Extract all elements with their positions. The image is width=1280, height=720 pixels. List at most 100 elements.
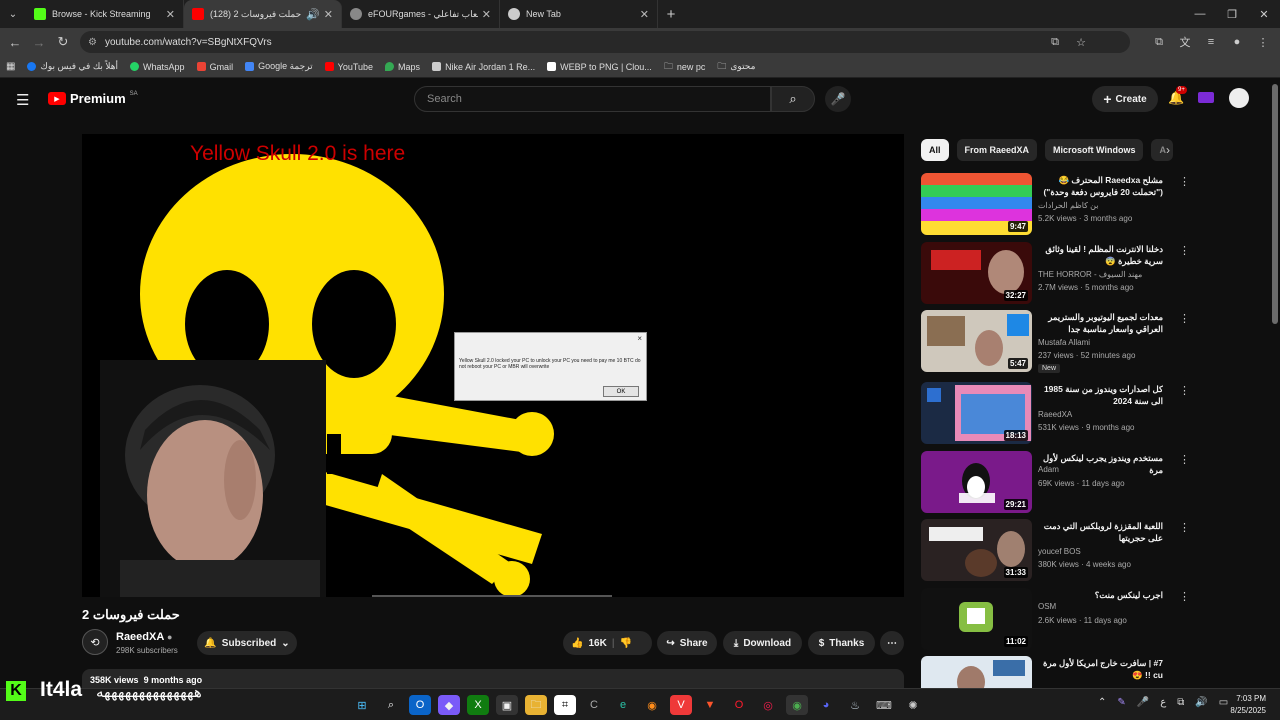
list-item[interactable]: 31:33 اللعبة المقززة لروبلكس التي دمت عل… <box>921 519 1190 581</box>
notifications-button[interactable]: 🔔 9+ <box>1168 86 1187 106</box>
more-vertical-icon[interactable]: ⋮ <box>1179 658 1181 671</box>
ccleaner-icon[interactable]: C <box>583 695 605 715</box>
tab-kick[interactable]: Browse - Kick Streaming ✕ <box>26 0 184 28</box>
forward-icon[interactable]: → <box>27 35 51 50</box>
bookmark-facebook[interactable]: أهلاً بك في فيس بوك <box>27 61 118 72</box>
back-icon[interactable]: ← <box>3 35 27 50</box>
speaker-icon[interactable]: 🔊 <box>306 8 320 21</box>
bookmark-youtube[interactable]: YouTube <box>324 62 373 72</box>
volume-icon[interactable]: 🔊 <box>1195 697 1207 708</box>
voice-search-button[interactable]: 🎤 <box>825 86 851 112</box>
close-tab-icon[interactable]: ✕ <box>482 8 491 21</box>
vivaldi-icon[interactable]: V <box>670 695 692 715</box>
more-actions-button[interactable]: ⋯ <box>880 631 904 655</box>
chatgpt-icon[interactable]: ✺ <box>902 695 924 715</box>
search-input[interactable]: Search <box>414 86 771 112</box>
list-item[interactable]: 32:27 دخلنا الانترنت المظلم ! لقينا وثائ… <box>921 242 1190 304</box>
tab-efourgames[interactable]: eFOURgames - ع ألعاب تفاعلي ✕ <box>342 0 500 28</box>
file-explorer-icon[interactable]: 🗀 <box>525 695 547 715</box>
chip-microsoft-windows[interactable]: Microsoft Windows <box>1045 139 1144 161</box>
opera-icon[interactable]: O <box>728 695 750 715</box>
network-icon[interactable]: ⧉ <box>1177 697 1184 708</box>
youtube-logo[interactable]: ▶ Premium SA <box>48 91 138 106</box>
more-vertical-icon[interactable]: ⋮ <box>1179 244 1190 257</box>
search-button[interactable]: ⌕ <box>771 86 815 112</box>
translate-icon[interactable]: 文 <box>1174 32 1196 52</box>
windows-start-icon[interactable]: ⊞ <box>351 695 373 715</box>
clock[interactable]: 7:03 PM 8/25/2025 <box>1230 693 1266 717</box>
tab-youtube[interactable]: (128) حملت فيروسات 2 - ...be 🔊 ✕ <box>184 0 342 28</box>
outlook-icon[interactable]: O <box>409 695 431 715</box>
language-indicator[interactable]: ع <box>1160 697 1166 708</box>
hamburger-menu-icon[interactable]: ☰ <box>16 91 29 109</box>
list-item[interactable]: 11:02 اجرب لينكس منت؟ OSM 2.6K views · 1… <box>921 588 1190 650</box>
bookmark-folder-newpc[interactable]: 🗀 new pc <box>664 59 706 75</box>
list-item[interactable]: 5:47 معدات لجميع اليوتيوبر والستريمر الع… <box>921 310 1190 373</box>
bookmark-maps[interactable]: Maps <box>385 62 420 72</box>
subscribed-button[interactable]: 🔔 Subscribed ⌄ <box>197 631 297 655</box>
pen-icon[interactable]: ✎ <box>1117 697 1125 708</box>
chrome-icon[interactable]: ◉ <box>786 695 808 715</box>
video-player[interactable]: Yellow Skull 2.0 is here × Yellow Skull … <box>82 134 904 597</box>
apps-grid-icon[interactable]: ▦ <box>6 61 15 72</box>
app-icon[interactable]: ⌨ <box>873 695 895 715</box>
close-tab-icon[interactable]: ✕ <box>324 8 333 21</box>
more-vertical-icon[interactable]: ⋮ <box>1179 590 1190 603</box>
search-icon[interactable]: ⌕ <box>380 695 402 715</box>
chip-all[interactable]: All <box>921 139 949 161</box>
opera-gx-icon[interactable]: ◎ <box>757 695 779 715</box>
account-avatar[interactable] <box>1229 88 1249 108</box>
thumbs-down-icon[interactable]: 👎 <box>620 638 632 649</box>
profile-icon[interactable]: ● <box>1226 32 1248 52</box>
xbox-icon[interactable]: X <box>467 695 489 715</box>
list-item[interactable]: 18:13 كل اصدارات ويندوز من سنة 1985 الى … <box>921 382 1190 444</box>
close-tab-icon[interactable]: ✕ <box>166 8 175 21</box>
create-button[interactable]: + Create <box>1092 86 1158 112</box>
download-button[interactable]: ⤓ Download <box>723 631 802 655</box>
chip-from-channel[interactable]: From RaeedXA <box>956 139 1038 161</box>
star-icon[interactable]: ☆ <box>1070 32 1092 52</box>
minimize-icon[interactable]: — <box>1184 0 1216 28</box>
reload-icon[interactable]: ↻ <box>51 34 75 50</box>
firefox-icon[interactable]: ◉ <box>641 695 663 715</box>
list-item[interactable]: 9:47 مشلح Raeedxa المحترف 😂 ("تحملت 20 ف… <box>921 173 1190 235</box>
capcut-icon[interactable]: ⌗ <box>554 695 576 715</box>
battery-icon[interactable]: ▭ <box>1219 697 1228 708</box>
media-icon[interactable]: ≡ <box>1200 32 1222 52</box>
bookmark-gmail[interactable]: Gmail <box>196 62 233 72</box>
discord-icon[interactable]: ◕ <box>815 695 837 715</box>
chevron-up-icon[interactable]: ⌃ <box>1098 697 1106 708</box>
bookmark-translate[interactable]: Google ترجمة <box>245 61 313 72</box>
tab-search-button[interactable]: ⌄ <box>0 0 26 28</box>
more-vertical-icon[interactable]: ⋮ <box>1179 453 1190 466</box>
close-window-icon[interactable]: ✕ <box>1248 0 1280 28</box>
site-info-icon[interactable]: ⚙ <box>88 37 97 48</box>
channel-avatar[interactable]: ⟲ <box>82 629 108 655</box>
more-vertical-icon[interactable]: ⋮ <box>1179 312 1190 325</box>
brave-icon[interactable]: ▼ <box>699 695 721 715</box>
bookmark-nike[interactable]: Nike Air Jordan 1 Re... <box>432 62 535 72</box>
list-item[interactable]: 29:21 مستخدم ويندوز يجرب لينكس لأول مرة … <box>921 451 1190 513</box>
edge-icon[interactable]: e <box>612 695 634 715</box>
close-tab-icon[interactable]: ✕ <box>640 8 649 21</box>
video-progress-bar[interactable] <box>372 595 612 597</box>
chip-more[interactable]: A <box>1151 139 1174 161</box>
channel-name[interactable]: RaeedXA ● <box>116 631 172 643</box>
url-bar[interactable]: ⚙ youtube.com/watch?v=SBgNtXFQVrs <box>80 31 1130 53</box>
cast-icon[interactable]: ⧉ <box>1044 32 1066 52</box>
steam-icon[interactable]: ♨ <box>844 695 866 715</box>
extensions-icon[interactable]: ⧉ <box>1148 32 1170 52</box>
page-scrollbar[interactable] <box>1272 84 1278 324</box>
more-vertical-icon[interactable]: ⋮ <box>1179 521 1190 534</box>
twitch-extension-icon[interactable] <box>1198 92 1214 103</box>
menu-icon[interactable]: ⋮ <box>1252 32 1274 52</box>
chevron-right-icon[interactable]: › <box>1166 143 1170 157</box>
thanks-button[interactable]: $ Thanks <box>808 631 875 655</box>
bookmark-folder-content[interactable]: 🗀 محتوى <box>717 59 755 75</box>
bookmark-whatsapp[interactable]: WhatsApp <box>130 62 185 72</box>
more-vertical-icon[interactable]: ⋮ <box>1179 175 1190 188</box>
new-tab-button[interactable]: + <box>658 6 684 23</box>
tab-new[interactable]: New Tab ✕ <box>500 0 658 28</box>
bookmark-webp[interactable]: WEBP to PNG | Clou... <box>547 62 652 72</box>
more-vertical-icon[interactable]: ⋮ <box>1179 384 1190 397</box>
